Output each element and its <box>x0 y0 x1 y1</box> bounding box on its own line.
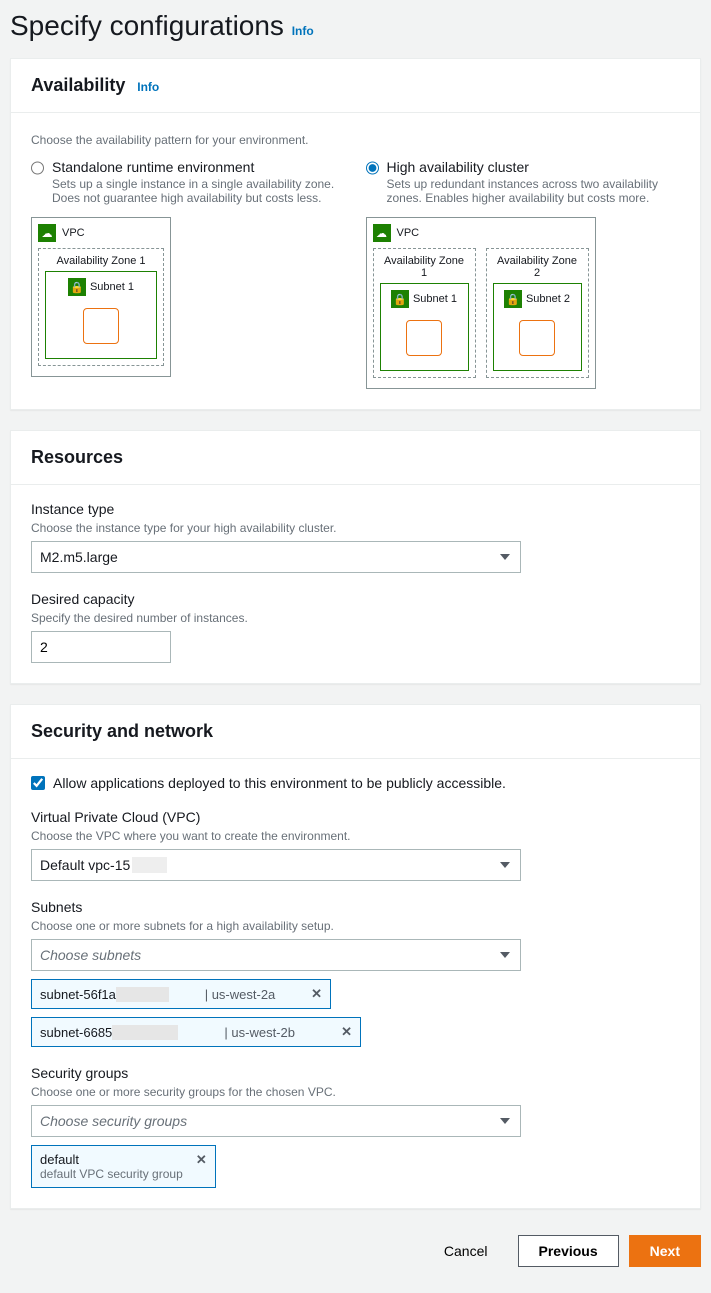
capacity-label: Desired capacity <box>31 591 680 607</box>
instance-type-label: Instance type <box>31 501 680 517</box>
ha-option[interactable]: High availability cluster Sets up redund… <box>366 159 681 389</box>
public-access-label: Allow applications deployed to this envi… <box>53 775 506 791</box>
close-icon[interactable]: ✕ <box>311 986 322 1002</box>
resources-title: Resources <box>31 447 123 468</box>
public-access-checkbox[interactable] <box>31 776 45 790</box>
page-info-link[interactable]: Info <box>292 24 314 38</box>
chip-icon <box>406 320 442 356</box>
group-token: default default VPC security group ✕ <box>31 1145 216 1188</box>
standalone-option[interactable]: Standalone runtime environment Sets up a… <box>31 159 346 389</box>
security-panel: Security and network Allow applications … <box>10 704 701 1209</box>
subnets-help: Choose one or more subnets for a high av… <box>31 919 680 933</box>
groups-label: Security groups <box>31 1065 680 1081</box>
standalone-diagram: ☁VPC Availability Zone 1 🔒Subnet 1 <box>31 217 171 377</box>
next-button[interactable]: Next <box>629 1235 701 1267</box>
standalone-radio[interactable] <box>31 161 44 175</box>
ha-radio[interactable] <box>366 161 379 175</box>
subnets-label: Subnets <box>31 899 680 915</box>
security-title: Security and network <box>31 721 213 742</box>
lock-icon: 🔒 <box>68 278 86 296</box>
groups-select[interactable]: Choose security groups <box>31 1105 521 1137</box>
instance-type-select[interactable]: M2.m5.large <box>31 541 521 573</box>
cloud-icon: ☁ <box>373 224 391 242</box>
instance-type-help: Choose the instance type for your high a… <box>31 521 680 535</box>
lock-icon: 🔒 <box>504 290 522 308</box>
subnet-token: subnet-6685xxxx | us-west-2b ✕ <box>31 1017 361 1047</box>
ha-desc: Sets up redundant instances across two a… <box>387 177 681 205</box>
chip-icon <box>519 320 555 356</box>
availability-header: Availability Info <box>11 59 700 113</box>
standalone-title: Standalone runtime environment <box>52 159 346 175</box>
subnet-token: subnet-56f1axx | us-west-2a ✕ <box>31 979 331 1009</box>
cloud-icon: ☁ <box>38 224 56 242</box>
vpc-select[interactable]: Default vpc-15xxxxx <box>31 849 521 881</box>
lock-icon: 🔒 <box>391 290 409 308</box>
availability-title: Availability <box>31 75 125 96</box>
page-title: Specify configurations Info <box>10 10 701 42</box>
cancel-button[interactable]: Cancel <box>424 1235 508 1267</box>
capacity-input[interactable] <box>31 631 171 663</box>
chip-icon <box>83 308 119 344</box>
close-icon[interactable]: ✕ <box>341 1024 352 1040</box>
close-icon[interactable]: ✕ <box>196 1152 207 1168</box>
availability-help: Choose the availability pattern for your… <box>31 133 680 147</box>
subnets-select[interactable]: Choose subnets <box>31 939 521 971</box>
capacity-help: Specify the desired number of instances. <box>31 611 680 625</box>
availability-panel: Availability Info Choose the availabilit… <box>10 58 701 410</box>
resources-panel: Resources Instance type Choose the insta… <box>10 430 701 684</box>
vpc-help: Choose the VPC where you want to create … <box>31 829 680 843</box>
availability-info-link[interactable]: Info <box>137 80 159 94</box>
groups-help: Choose one or more security groups for t… <box>31 1085 680 1099</box>
previous-button[interactable]: Previous <box>518 1235 619 1267</box>
ha-title: High availability cluster <box>387 159 681 175</box>
standalone-desc: Sets up a single instance in a single av… <box>52 177 346 205</box>
wizard-footer: Cancel Previous Next <box>10 1229 701 1283</box>
vpc-label: Virtual Private Cloud (VPC) <box>31 809 680 825</box>
ha-diagram: ☁VPC Availability Zone 1 🔒Subnet 1 Avail… <box>366 217 596 389</box>
